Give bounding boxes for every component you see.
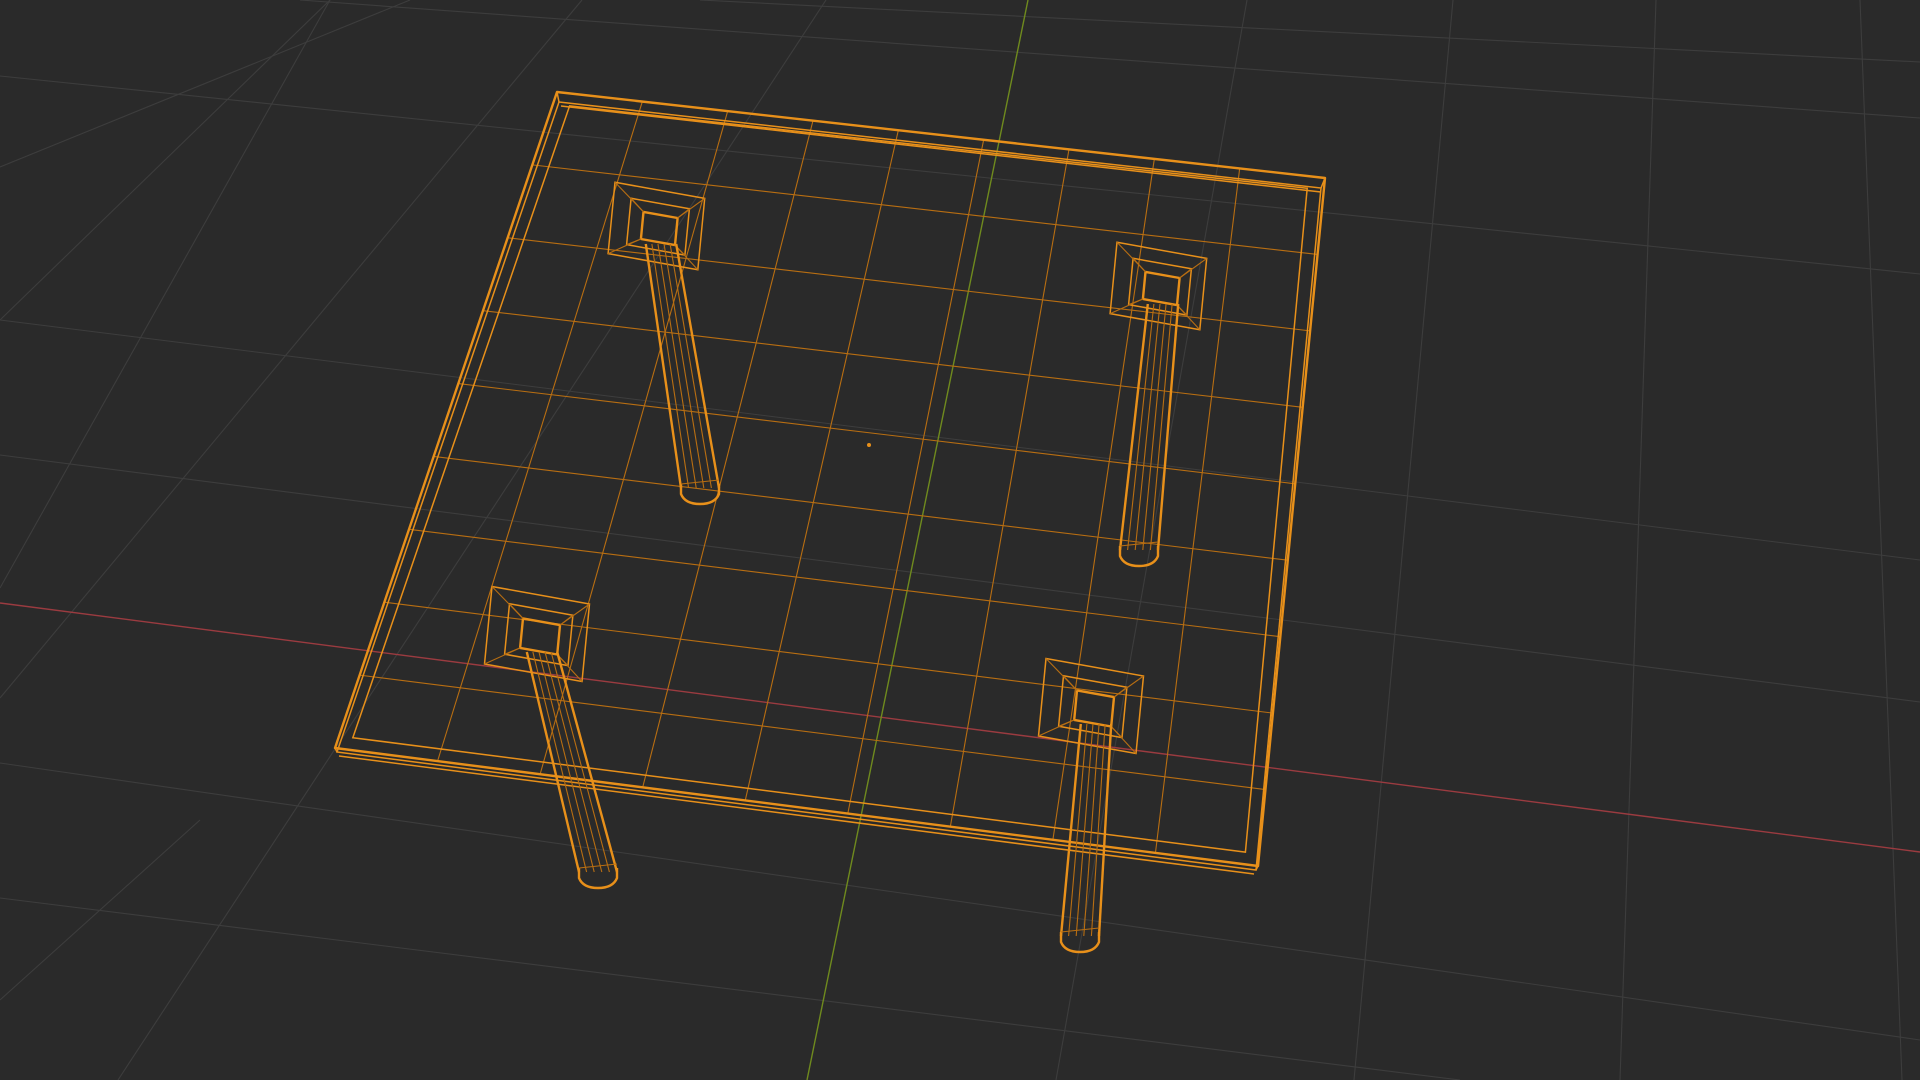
- grid-line: [0, 319, 1920, 561]
- leg-foot-ring: [1060, 927, 1100, 933]
- table-top-edge-loop: [433, 455, 1288, 561]
- grid-line: [0, 819, 201, 1001]
- grid-line: [699, 0, 1920, 63]
- leg-bracket-outer: [607, 181, 706, 271]
- leg-bracket-edge: [1128, 298, 1144, 306]
- leg-bracket-edge: [1058, 719, 1075, 727]
- floor-grid: [0, 0, 1920, 1080]
- table-leg-2[interactable]: [1109, 241, 1208, 568]
- grid-line: [0, 897, 1461, 1080]
- grid-line: [299, 0, 1920, 119]
- table-top-side-edge: [556, 91, 560, 103]
- table-top-edge-loop: [847, 139, 985, 814]
- grid-line: [1353, 0, 1454, 1080]
- leg-bracket-inner: [639, 210, 679, 247]
- viewport-canvas[interactable]: [0, 0, 1920, 1080]
- leg-bracket-edge: [1179, 268, 1192, 279]
- leg-bracket-edge: [559, 614, 574, 626]
- grid-line: [0, 762, 1920, 1041]
- leg-tube-edge: [1083, 723, 1100, 937]
- table-top-edge-loop: [642, 120, 814, 788]
- leg-foot-cap: [577, 868, 619, 890]
- table-top-edge-loop: [1154, 168, 1241, 853]
- leg-bracket-mid: [503, 602, 574, 667]
- table-top-edge-loop: [539, 110, 729, 775]
- table-top-edge-loop: [482, 310, 1303, 408]
- grid-line: [0, 0, 583, 699]
- leg-tube-edge: [1090, 723, 1106, 937]
- table-top-side-edge: [560, 105, 1322, 193]
- leg-bracket-inner: [518, 617, 562, 656]
- table-top-edge-loop: [1052, 158, 1155, 840]
- grid-line: [1859, 0, 1903, 1080]
- leg-foot-ring: [680, 479, 720, 485]
- table-leg-1[interactable]: [607, 181, 721, 506]
- y-axis-line: [806, 0, 1029, 1080]
- leg-bracket-edge: [504, 647, 521, 655]
- grid-line: [1619, 0, 1657, 1080]
- leg-bracket-inner: [1072, 689, 1116, 728]
- grid-line: [0, 0, 411, 168]
- table-top-edge-loop: [437, 101, 643, 762]
- object-origin-point[interactable]: [867, 443, 871, 447]
- table-leg-4[interactable]: [1037, 657, 1145, 954]
- leg-tube-edge: [525, 651, 581, 873]
- table-top-side-edge: [338, 755, 1255, 875]
- leg-tube-edge: [1127, 303, 1155, 551]
- grid-line: [0, 454, 1920, 703]
- leg-bracket-edge: [626, 238, 642, 246]
- leg-tube-edge: [1097, 723, 1113, 937]
- leg-tube-edge: [1142, 303, 1167, 551]
- grid-line: [0, 75, 1920, 275]
- 3d-viewport[interactable]: [0, 0, 1920, 1080]
- leg-foot-cap: [1118, 546, 1160, 568]
- grid-line: [0, 0, 331, 321]
- grid-line: [117, 0, 827, 1080]
- table-top-edge-loop: [744, 130, 899, 801]
- table-top-edge-loop: [949, 149, 1070, 827]
- leg-tube-edge: [1118, 303, 1149, 551]
- leg-bracket-inner: [1141, 270, 1181, 307]
- leg-bracket-outer: [1037, 657, 1145, 755]
- world-axes: [0, 0, 1920, 1080]
- table-top-outline[interactable]: [333, 90, 1327, 868]
